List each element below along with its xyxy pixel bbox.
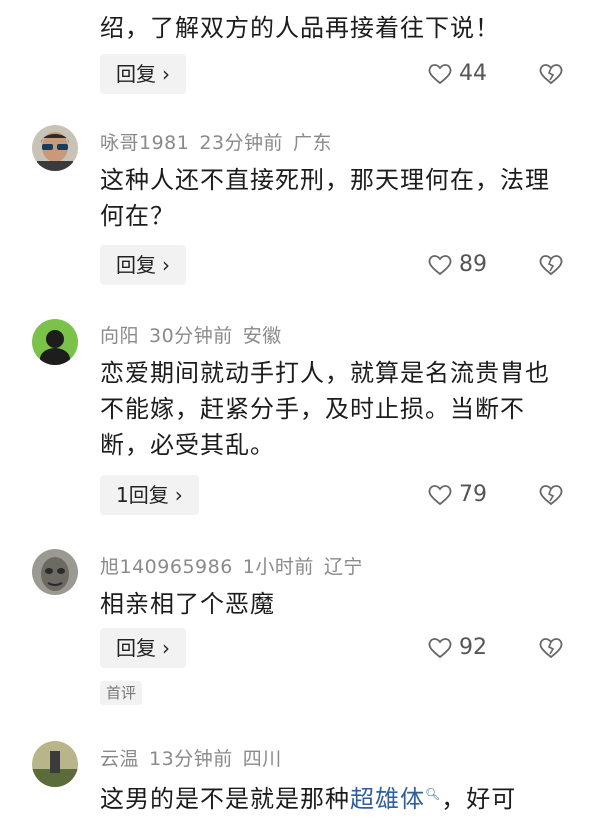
reply-button[interactable]: 回复 › xyxy=(100,628,186,668)
heart-outline-icon xyxy=(428,255,452,276)
like-button[interactable]: 44 xyxy=(427,54,487,94)
avatar[interactable] xyxy=(32,549,78,595)
username[interactable]: 云温 xyxy=(100,748,139,770)
reply-button[interactable]: 回复 › xyxy=(100,245,186,285)
reply-button[interactable]: 1回复 › xyxy=(100,475,199,515)
comment-meta: 咏哥1981 23分钟前 广东 xyxy=(100,128,342,155)
heart-outline-icon xyxy=(428,638,452,659)
chevron-right-icon: › xyxy=(162,636,170,660)
dislike-button[interactable] xyxy=(538,482,564,508)
broken-heart-icon xyxy=(539,255,563,276)
comment-text: 恋爱期间就动手打人，就算是名流贵胄也不能嫁，赶紧分手，及时止损。当断不断，必受其… xyxy=(100,359,550,459)
like-button[interactable]: 89 xyxy=(427,245,487,285)
heart-outline-icon xyxy=(428,64,452,85)
comment-text-part: 这男的是不是就是那种 xyxy=(100,785,350,813)
username[interactable]: 旭140965986 xyxy=(100,556,233,578)
reply-label: 回复 xyxy=(116,253,156,277)
timestamp: 13分钟前 xyxy=(149,748,233,770)
comment-text-part: ，好可 xyxy=(441,785,517,813)
reply-label: 回复 xyxy=(116,62,156,86)
like-button[interactable]: 79 xyxy=(427,475,487,515)
broken-heart-icon xyxy=(539,485,563,506)
timestamp: 30分钟前 xyxy=(149,325,233,347)
search-keyword-link[interactable]: 超雄体🔍︎ xyxy=(350,785,441,813)
first-comment-badge: 首评 xyxy=(100,681,143,705)
location: 广东 xyxy=(293,132,333,154)
location: 辽宁 xyxy=(323,556,363,578)
dislike-button[interactable] xyxy=(538,61,564,87)
reply-label: 回复 xyxy=(116,636,156,660)
dislike-button[interactable] xyxy=(538,635,564,661)
chevron-right-icon: › xyxy=(162,62,170,86)
timestamp: 1小时前 xyxy=(242,556,314,578)
like-button[interactable]: 92 xyxy=(427,628,487,668)
reply-button[interactable]: 回复 › xyxy=(100,54,186,94)
like-count: 89 xyxy=(459,252,487,277)
username[interactable]: 咏哥1981 xyxy=(100,132,189,154)
comment-text: 这种人还不直接死刑，那天理何在，法理何在？ xyxy=(100,166,550,230)
comment-text: 绍，了解双方的人品再接着往下说！ xyxy=(100,14,500,42)
comment-meta: 向阳 30分钟前 安徽 xyxy=(100,321,292,348)
timestamp: 23分钟前 xyxy=(199,132,284,154)
broken-heart-icon xyxy=(539,638,563,659)
chevron-right-icon: › xyxy=(174,483,183,507)
avatar[interactable] xyxy=(32,741,78,787)
location: 四川 xyxy=(242,748,282,770)
reply-label: 1回复 xyxy=(116,483,169,507)
chevron-right-icon: › xyxy=(162,253,170,277)
comment-meta: 云温 13分钟前 四川 xyxy=(100,744,292,771)
search-keyword-text[interactable]: 超雄体 xyxy=(350,785,425,813)
heart-outline-icon xyxy=(428,485,452,506)
username[interactable]: 向阳 xyxy=(100,325,139,347)
location: 安徽 xyxy=(242,325,282,347)
comment-meta: 旭140965986 1小时前 辽宁 xyxy=(100,552,373,579)
broken-heart-icon xyxy=(539,64,563,85)
comment-text: 这男的是不是就是那种超雄体🔍︎，好可 xyxy=(100,776,570,817)
like-count: 44 xyxy=(459,61,487,86)
comment-text: 相亲相了个恶魔 xyxy=(100,590,275,618)
like-count: 92 xyxy=(459,635,487,660)
dislike-button[interactable] xyxy=(538,252,564,278)
search-icon: 🔍︎ xyxy=(425,787,442,801)
avatar[interactable] xyxy=(32,125,78,171)
like-count: 79 xyxy=(459,482,487,507)
avatar[interactable] xyxy=(32,319,78,365)
